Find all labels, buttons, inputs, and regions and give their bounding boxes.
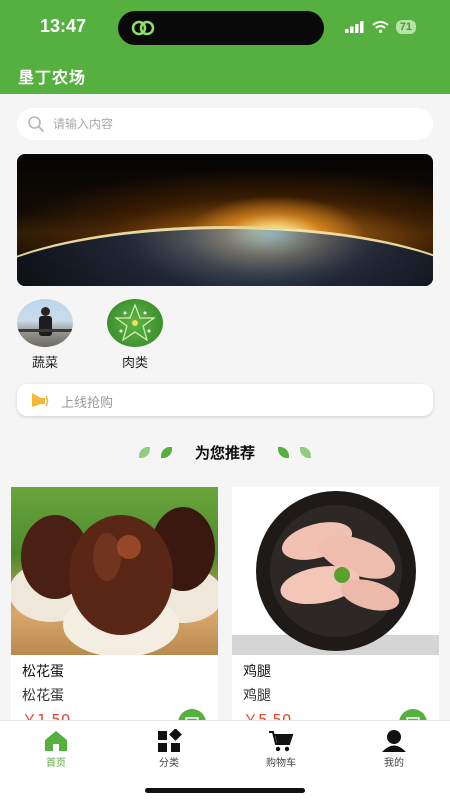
app-header: 13:47 71 垦丁农场 [0, 0, 450, 94]
product-image [232, 487, 439, 655]
battery-indicator: 71 [395, 20, 416, 34]
tab-label: 我的 [384, 758, 404, 769]
home-icon [45, 731, 67, 751]
tab-home[interactable]: 首页 [21, 729, 91, 769]
chicken-leg-illustration [232, 491, 439, 655]
search-icon [28, 116, 44, 132]
product-card[interactable]: 松花蛋 松花蛋 ￥1.50 [11, 487, 218, 723]
product-card[interactable]: 鸡腿 鸡腿 ￥5.50 [232, 487, 439, 723]
wifi-icon [372, 21, 389, 33]
category-icon [158, 729, 182, 752]
tab-label: 分类 [159, 758, 179, 769]
home-indicator [145, 788, 305, 793]
meat-category-emblem [114, 303, 156, 342]
flash-sale-bar[interactable]: 上线抢购 [17, 384, 433, 416]
category-label: 蔬菜 [31, 356, 58, 371]
status-time: 13:47 [40, 16, 87, 36]
category-meat-image [107, 299, 163, 347]
category-vegetables[interactable]: 蔬菜 [15, 299, 75, 371]
product-desc: 鸡腿 [243, 688, 271, 704]
status-bar: 13:47 71 [0, 0, 450, 54]
product-name: 松花蛋 [22, 664, 64, 680]
status-indicators: 71 [344, 20, 416, 34]
leaf-decoration-icon [278, 447, 289, 458]
user-icon [382, 730, 406, 752]
flash-sale-label: 上线抢购 [61, 396, 114, 411]
leaf-decoration-icon [300, 447, 311, 458]
category-meat[interactable]: 肉类 [105, 299, 165, 371]
product-image [11, 487, 218, 655]
cart-icon [269, 731, 294, 752]
tab-profile[interactable]: 我的 [359, 729, 429, 769]
tab-label: 首页 [46, 758, 66, 769]
tab-label: 购物车 [266, 758, 296, 769]
search-input[interactable] [53, 108, 413, 140]
leaf-decoration-icon [139, 447, 150, 458]
tab-category[interactable]: 分类 [134, 729, 204, 769]
tab-cart[interactable]: 购物车 [246, 729, 316, 769]
product-desc: 松花蛋 [22, 688, 64, 704]
section-heading: 为您推荐 [0, 440, 450, 464]
search-bar[interactable] [17, 108, 433, 140]
banner-earth-horizon [17, 226, 433, 286]
dynamic-island [118, 11, 324, 45]
bell-icon [32, 393, 49, 407]
banner-image[interactable] [17, 154, 433, 286]
product-name: 鸡腿 [243, 664, 271, 680]
century-egg-illustration [11, 507, 218, 655]
page-title: 垦丁农场 [18, 68, 87, 87]
category-vegetables-image [17, 299, 73, 347]
signal-icon [344, 21, 364, 33]
category-label: 肉类 [121, 356, 148, 371]
leaf-decoration-icon [161, 447, 172, 458]
section-title: 为您推荐 [194, 444, 255, 462]
link-icon [131, 20, 155, 36]
